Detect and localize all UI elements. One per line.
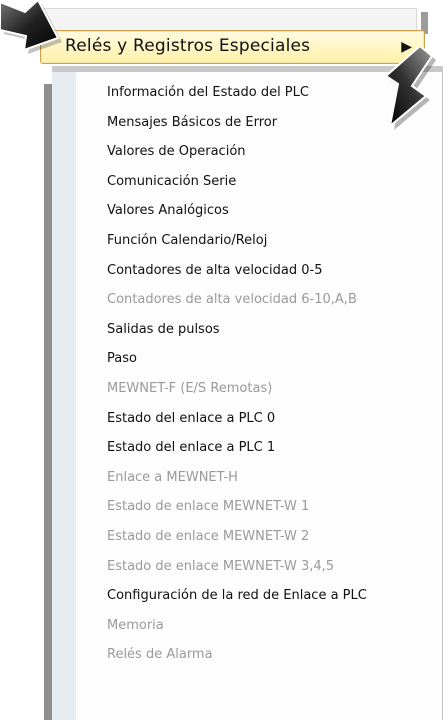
submenu-item: Estado de enlace MEWNET-W 3,4,5 (107, 558, 335, 574)
pointer-arrow-icon (0, 0, 62, 54)
submenu-item[interactable]: Función Calendario/Reloj (52, 226, 443, 256)
submenu-item: Estado de enlace MEWNET-W 2 (107, 528, 310, 544)
submenu: Información del Estado del PLC Mensajes B… (52, 72, 443, 720)
submenu-item: Memoria (107, 617, 164, 633)
submenu-item: Contadores de alta velocidad 6-10,A,B (107, 292, 357, 308)
submenu-list: Información del Estado del PLC Mensajes B… (52, 78, 443, 670)
submenu-item[interactable]: Salidas de pulsos (52, 315, 443, 345)
pointer-arrow-icon (384, 46, 436, 130)
submenu-item[interactable]: Configuración de la red de Enlace a PLC (52, 581, 443, 611)
submenu-item: Estado de enlace MEWNET-W 1 (107, 499, 310, 515)
submenu-item[interactable]: Paso (52, 344, 443, 374)
submenu-item: Relés de Alarma (107, 647, 213, 663)
submenu-item: Enlace a MEWNET-H (107, 469, 238, 485)
submenu-item[interactable]: Estado del enlace a PLC 1 (52, 433, 443, 463)
menu-item-reles-registros-especiales[interactable]: Relés y Registros Especiales ▶ (40, 30, 425, 64)
submenu-item[interactable]: Valores Analógicos (52, 196, 443, 226)
submenu-item[interactable]: Valores de Operación (52, 137, 443, 167)
menu-item-label: Relés y Registros Especiales (65, 36, 311, 56)
submenu-item[interactable]: Contadores de alta velocidad 0-5 (52, 256, 443, 286)
submenu-item[interactable]: Comunicación Serie (52, 167, 443, 197)
submenu-shadow (44, 84, 52, 720)
submenu-item[interactable]: Estado del enlace a PLC 0 (52, 404, 443, 434)
submenu-item: MEWNET-F (E/S Remotas) (107, 380, 273, 396)
menu-top-strip (35, 8, 417, 32)
